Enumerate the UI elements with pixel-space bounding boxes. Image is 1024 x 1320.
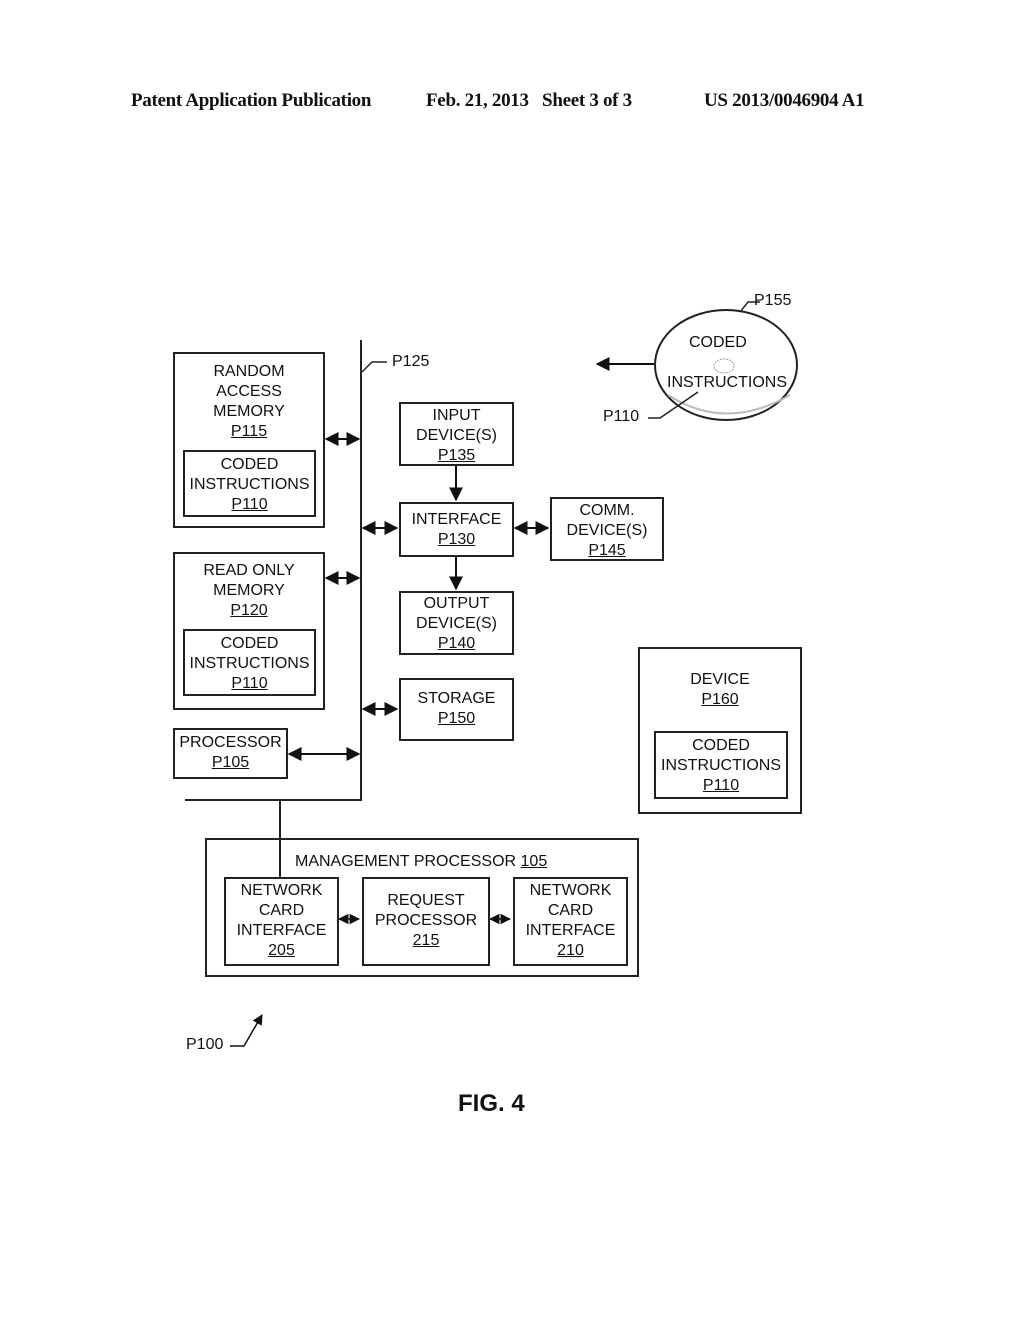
nci-right-label-2: CARD (547, 902, 594, 919)
system-ref-label: P100 (186, 1036, 224, 1053)
instructions-label: INSTRUCTIONS (189, 476, 310, 493)
request-label-2: PROCESSOR (374, 912, 478, 929)
storage-label: STORAGE (417, 690, 496, 707)
request-processor-215: REQUEST PROCESSOR 215 (362, 877, 490, 966)
bus-ref-leader (361, 361, 387, 373)
request-label-1: REQUEST (387, 892, 465, 909)
rom-ref: P120 (230, 602, 268, 619)
coded-label: CODED (220, 635, 279, 652)
storage-block: STORAGE P150 (399, 678, 514, 741)
instructions-label: INSTRUCTIONS (189, 655, 310, 672)
nci-right-ref: 210 (557, 942, 584, 959)
nci-right-label-1: NETWORK (529, 882, 612, 899)
coded-instructions-ref: P110 (702, 777, 740, 794)
network-card-interface-210: NETWORK CARD INTERFACE 210 (513, 877, 628, 966)
read-only-memory-block: READ ONLY MEMORY P120 CODED INSTRUCTIONS… (173, 552, 325, 710)
input-ref: P135 (437, 447, 476, 464)
output-label-2: DEVICE(S) (416, 615, 497, 632)
bus-ref-label: P125 (392, 353, 430, 370)
device-block: DEVICE P160 CODED INSTRUCTIONS P110 (638, 647, 802, 814)
management-processor-block: MANAGEMENT PROCESSOR 105 NETWORK CARD IN… (205, 838, 639, 977)
rom-label-2: MEMORY (213, 582, 285, 599)
input-devices-block: INPUT DEVICE(S) P135 (399, 402, 514, 466)
interface-block: INTERFACE P130 (399, 502, 514, 557)
coded-instructions-ref: P110 (231, 675, 268, 692)
device-ref: P160 (701, 691, 739, 708)
disc-outline (654, 309, 798, 421)
connector-lines (185, 301, 798, 1047)
request-ref: 215 (412, 932, 440, 949)
input-label-1: INPUT (432, 407, 481, 424)
comm-ref: P145 (588, 542, 626, 559)
comm-devices-block: COMM. DEVICE(S) P145 (550, 497, 664, 561)
device-label: DEVICE (690, 671, 750, 688)
processor-block: PROCESSOR P105 (173, 728, 288, 779)
rom-label-1: READ ONLY (203, 562, 295, 579)
coded-label: CODED (692, 737, 750, 754)
ram-coded-instructions: CODED INSTRUCTIONS P110 (183, 450, 316, 517)
rom-coded-instructions: CODED INSTRUCTIONS P110 (183, 629, 316, 696)
ram-label-2: ACCESS (216, 383, 282, 400)
input-label-2: DEVICE(S) (416, 427, 497, 444)
mgmt-ref: 105 (520, 853, 548, 870)
ram-label-3: MEMORY (213, 403, 285, 420)
nci-left-label-1: NETWORK (240, 882, 323, 899)
output-devices-block: OUTPUT DEVICE(S) P140 (399, 591, 514, 655)
instructions-label: INSTRUCTIONS (661, 757, 781, 774)
storage-ref: P150 (437, 710, 476, 727)
disc-label-coded: CODED (689, 334, 747, 351)
interface-ref: P130 (437, 531, 476, 548)
disc-label-instructions: INSTRUCTIONS (667, 374, 787, 391)
nci-left-label-2: CARD (258, 902, 305, 919)
network-card-interface-205: NETWORK CARD INTERFACE 205 (224, 877, 339, 966)
output-ref: P140 (437, 635, 476, 652)
coded-label: CODED (220, 456, 279, 473)
figure-label: FIG. 4 (458, 1090, 525, 1117)
coded-instructions-ref: P110 (231, 496, 268, 513)
ram-ref: P115 (230, 423, 268, 440)
processor-label: PROCESSOR (179, 734, 282, 751)
ram-label-1: RANDOM (213, 363, 285, 380)
management-processor-title: MANAGEMENT PROCESSOR 105 (295, 852, 547, 872)
nci-right-label-3: INTERFACE (525, 922, 616, 939)
nci-left-ref: 205 (268, 942, 295, 959)
disc-pointer-ref: P110 (603, 408, 640, 425)
comm-label-1: COMM. (579, 502, 635, 519)
processor-ref: P105 (211, 754, 250, 771)
disc-ref: P155 (754, 292, 792, 309)
mgmt-title-text: MANAGEMENT PROCESSOR (295, 853, 517, 870)
device-coded-instructions: CODED INSTRUCTIONS P110 (654, 731, 788, 799)
system-ref-leader (230, 1014, 263, 1047)
interface-label: INTERFACE (411, 511, 502, 528)
output-label-1: OUTPUT (423, 595, 490, 612)
nci-left-label-3: INTERFACE (236, 922, 327, 939)
random-access-memory-block: RANDOM ACCESS MEMORY P115 CODED INSTRUCT… (173, 352, 325, 528)
comm-label-2: DEVICE(S) (566, 522, 648, 539)
